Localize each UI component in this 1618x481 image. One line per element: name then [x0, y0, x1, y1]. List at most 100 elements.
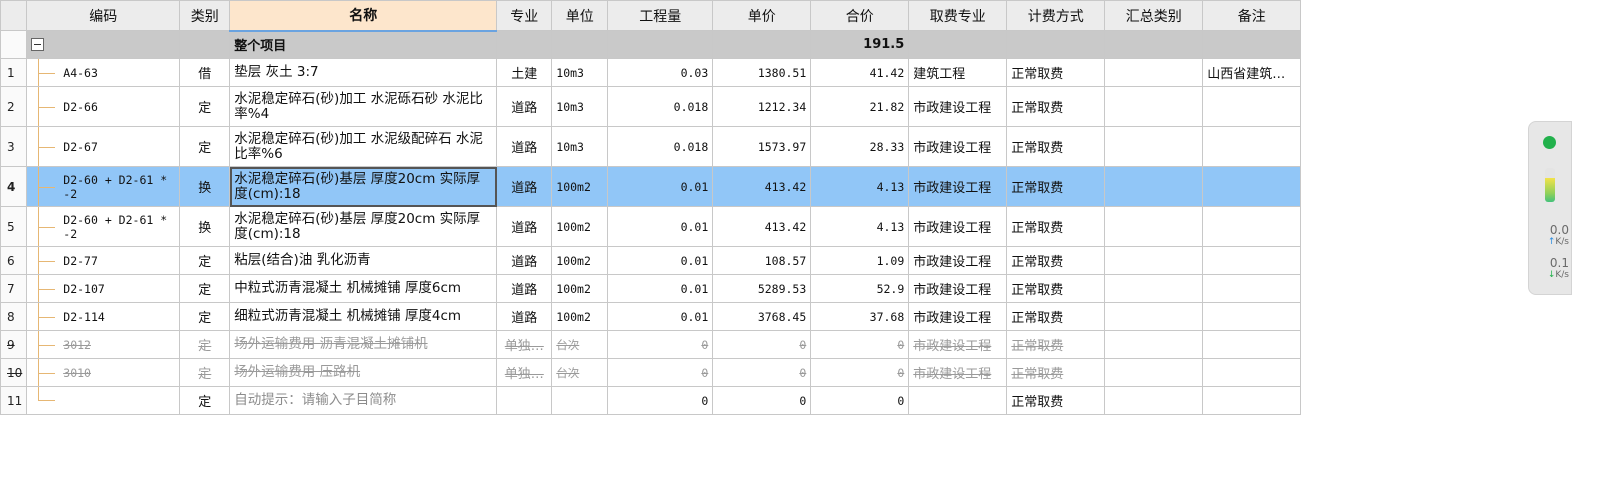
remark-cell[interactable] — [1202, 302, 1302, 331]
type-cell[interactable]: 换 — [179, 166, 231, 207]
fee-mode-cell[interactable] — [1006, 30, 1106, 59]
name-cell[interactable]: 自动提示：请输入子目简称 — [229, 386, 498, 415]
type-cell[interactable]: 定 — [179, 302, 231, 331]
remark-cell[interactable] — [1202, 86, 1302, 127]
table-row[interactable]: 7 D2-107 定中粒式沥青混凝土 机械摊铺 厚度6cm 道路 100m2 0.01 52… — [0, 274, 1302, 303]
row-number[interactable]: 7 — [0, 274, 28, 303]
unit-cell[interactable]: 100m2 — [551, 166, 609, 207]
price-cell[interactable]: 1380.51 — [712, 58, 812, 87]
major-cell[interactable]: 道路 — [496, 86, 553, 127]
type-cell[interactable]: 定 — [179, 274, 231, 303]
major-cell[interactable]: 单独… — [496, 358, 553, 387]
name-cell[interactable]: 粘层(结合)油 乳化沥青 — [229, 246, 498, 275]
qty-cell[interactable]: 0.01 — [607, 302, 714, 331]
name-cell[interactable]: 水泥稳定碎石(砂)基层 厚度20cm 实际厚度(cm):18 — [229, 166, 498, 207]
col-header-fee-mode[interactable]: 计费方式 — [1006, 0, 1106, 31]
price-cell[interactable]: 5289.53 — [712, 274, 812, 303]
project-total[interactable]: 191.5 — [810, 30, 910, 59]
fee-mode-cell[interactable]: 正常取费 — [1006, 358, 1106, 387]
remark-cell[interactable] — [1202, 330, 1302, 359]
summary-cell[interactable] — [1104, 206, 1204, 247]
name-cell[interactable]: 垫层 灰土 3:7 — [229, 58, 498, 87]
row-number[interactable]: 6 — [0, 246, 28, 275]
fee-mode-cell[interactable]: 正常取费 — [1006, 386, 1106, 415]
remark-cell[interactable] — [1202, 206, 1302, 247]
fee-major-cell[interactable]: 市政建设工程 — [908, 206, 1008, 247]
major-cell[interactable]: 道路 — [496, 274, 553, 303]
name-cell[interactable]: 细粒式沥青混凝土 机械摊铺 厚度4cm — [229, 302, 498, 331]
major-cell[interactable] — [496, 386, 553, 415]
unit-cell[interactable]: 100m2 — [551, 274, 609, 303]
remark-cell[interactable] — [1202, 358, 1302, 387]
code-cell[interactable] — [26, 386, 181, 415]
code-cell[interactable]: D2-114 — [26, 302, 181, 331]
type-cell[interactable] — [179, 30, 231, 59]
row-number[interactable]: 10 — [0, 358, 28, 387]
fee-mode-cell[interactable]: 正常取费 — [1006, 126, 1106, 167]
summary-cell[interactable] — [1104, 274, 1204, 303]
summary-cell[interactable] — [1104, 386, 1204, 415]
qty-cell[interactable]: 0.03 — [607, 58, 714, 87]
col-header-fee-major[interactable]: 取费专业 — [908, 0, 1008, 31]
row-number[interactable]: 5 — [0, 206, 28, 247]
fee-major-cell[interactable]: 市政建设工程 — [908, 302, 1008, 331]
remark-cell[interactable] — [1202, 246, 1302, 275]
price-cell[interactable]: 0 — [712, 330, 812, 359]
fee-major-cell[interactable]: 市政建设工程 — [908, 330, 1008, 359]
fee-major-cell[interactable]: 市政建设工程 — [908, 274, 1008, 303]
unit-cell[interactable]: 台次 — [551, 330, 609, 359]
type-cell[interactable]: 定 — [179, 330, 231, 359]
project-row[interactable]: 整个项目 191.5 — [0, 30, 1302, 59]
price-cell[interactable] — [712, 30, 812, 59]
code-cell[interactable]: 3010 — [26, 358, 181, 387]
type-cell[interactable]: 定 — [179, 246, 231, 275]
type-cell[interactable]: 定 — [179, 386, 231, 415]
row-number[interactable]: 8 — [0, 302, 28, 331]
fee-major-cell[interactable]: 市政建设工程 — [908, 246, 1008, 275]
table-row[interactable]: 4 D2-60 + D2-61 * -2 换水泥稳定碎石(砂)基层 厚度20cm 实… — [0, 166, 1302, 207]
remark-cell[interactable] — [1202, 30, 1302, 59]
code-cell[interactable]: D2-60 + D2-61 * -2 — [26, 206, 181, 247]
project-label[interactable]: 整个项目 — [229, 30, 498, 59]
table-row[interactable]: 11 定自动提示：请输入子目简称 0 0 0 正常取费 — [0, 386, 1302, 415]
corner-cell[interactable] — [0, 0, 28, 31]
major-cell[interactable]: 道路 — [496, 246, 553, 275]
major-cell[interactable]: 道路 — [496, 206, 553, 247]
row-number[interactable]: 1 — [0, 58, 28, 87]
code-cell[interactable]: D2-77 — [26, 246, 181, 275]
fee-major-cell[interactable]: 市政建设工程 — [908, 166, 1008, 207]
summary-cell[interactable] — [1104, 302, 1204, 331]
remark-cell[interactable] — [1202, 126, 1302, 167]
total-cell[interactable]: 0 — [810, 358, 910, 387]
summary-cell[interactable] — [1104, 86, 1204, 127]
unit-cell[interactable]: 100m2 — [551, 246, 609, 275]
type-cell[interactable]: 定 — [179, 126, 231, 167]
type-cell[interactable]: 定 — [179, 358, 231, 387]
total-cell[interactable]: 52.9 — [810, 274, 910, 303]
fee-major-cell[interactable]: 市政建设工程 — [908, 126, 1008, 167]
unit-cell[interactable] — [551, 30, 609, 59]
table-row[interactable]: 2 D2-66 定水泥稳定碎石(砂)加工 水泥砾石砂 水泥比率%4 道路 10m3 0.0… — [0, 86, 1302, 127]
network-speed-widget[interactable]: 0.0 K/s 0.1 K/s — [1528, 121, 1572, 295]
table-row[interactable]: 9 3012 定场外运输费用 沥青混凝土摊铺机 单独… 台次 0 0 0 市政建设工程 正常取费 — [0, 330, 1302, 359]
qty-cell[interactable]: 0 — [607, 358, 714, 387]
total-cell[interactable]: 41.42 — [810, 58, 910, 87]
name-cell[interactable]: 场外运输费用 沥青混凝土摊铺机 — [229, 330, 498, 359]
major-cell[interactable]: 道路 — [496, 302, 553, 331]
col-header-qty[interactable]: 工程量 — [607, 0, 714, 31]
unit-cell[interactable]: 台次 — [551, 358, 609, 387]
col-header-code[interactable]: 编码 — [26, 0, 181, 31]
name-cell[interactable]: 水泥稳定碎石(砂)基层 厚度20cm 实际厚度(cm):18 — [229, 206, 498, 247]
unit-cell[interactable]: 100m2 — [551, 206, 609, 247]
price-cell[interactable]: 1573.97 — [712, 126, 812, 167]
fee-mode-cell[interactable]: 正常取费 — [1006, 274, 1106, 303]
qty-cell[interactable]: 0.01 — [607, 246, 714, 275]
unit-cell[interactable]: 10m3 — [551, 126, 609, 167]
name-cell[interactable]: 场外运输费用 压路机 — [229, 358, 498, 387]
price-cell[interactable]: 108.57 — [712, 246, 812, 275]
fee-mode-cell[interactable]: 正常取费 — [1006, 166, 1106, 207]
total-cell[interactable]: 37.68 — [810, 302, 910, 331]
name-cell[interactable]: 水泥稳定碎石(砂)加工 水泥砾石砂 水泥比率%4 — [229, 86, 498, 127]
fee-mode-cell[interactable]: 正常取费 — [1006, 206, 1106, 247]
table-row[interactable]: 1 A4-63 借垫层 灰土 3:7 土建 10m3 0.03 1380.51 41.42 建筑… — [0, 58, 1302, 87]
